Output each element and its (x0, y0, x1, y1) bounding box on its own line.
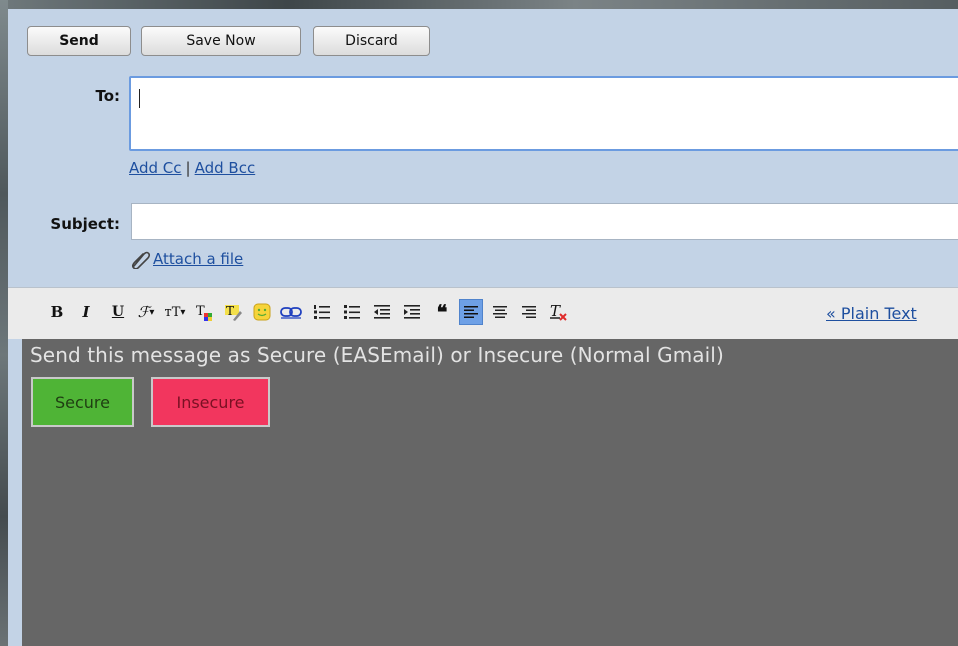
emoji-icon[interactable] (250, 299, 274, 325)
bulleted-list-icon[interactable] (340, 299, 364, 325)
link-icon[interactable] (279, 299, 303, 325)
link-separator: | (185, 159, 191, 177)
svg-text:T: T (550, 302, 561, 320)
numbered-list-icon[interactable] (310, 299, 334, 325)
font-icon[interactable]: ℱ ▾ (134, 299, 158, 325)
indent-more-icon[interactable] (400, 299, 424, 325)
subject-input[interactable] (131, 203, 958, 240)
highlight-icon[interactable]: T (221, 299, 245, 325)
background-edge (0, 0, 8, 646)
compose-button-bar: Send Save Now Discard (8, 9, 958, 69)
svg-text:T: T (226, 304, 234, 318)
subject-label: Subject: (50, 215, 120, 233)
indent-less-icon[interactable] (370, 299, 394, 325)
secure-button[interactable]: Secure (31, 377, 134, 427)
discard-button[interactable]: Discard (313, 26, 430, 56)
italic-icon[interactable]: I (74, 299, 98, 325)
align-right-icon[interactable] (517, 299, 541, 325)
compose-window: Send Save Now Discard To: Add Cc | Add Bcc… (8, 9, 958, 646)
background-strip (0, 0, 958, 9)
plain-text-link[interactable]: « Plain Text (826, 304, 917, 323)
save-now-button[interactable]: Save Now (141, 26, 301, 56)
quote-icon[interactable]: ❝ (430, 299, 454, 325)
underline-icon[interactable]: U (106, 299, 130, 325)
add-cc-link[interactable]: Add Cc (129, 159, 182, 177)
align-left-icon[interactable] (459, 299, 483, 325)
add-bcc-link[interactable]: Add Bcc (195, 159, 256, 177)
svg-text:T: T (196, 304, 205, 319)
to-label: To: (95, 87, 120, 105)
font-size-icon[interactable]: ᴛT ▾ (163, 299, 187, 325)
security-prompt: Send this message as Secure (EASEmail) o… (30, 343, 724, 367)
attach-file-link[interactable]: Attach a file (153, 250, 243, 268)
to-input[interactable] (129, 76, 958, 151)
align-center-icon[interactable] (488, 299, 512, 325)
message-editor[interactable]: Send this message as Secure (EASEmail) o… (22, 339, 958, 646)
paperclip-icon (131, 251, 151, 269)
send-button[interactable]: Send (27, 26, 131, 56)
remove-formatting-icon[interactable]: T (546, 299, 570, 325)
bold-icon[interactable]: B (45, 299, 69, 325)
text-color-icon[interactable]: T (193, 299, 217, 325)
cc-bcc-links: Add Cc | Add Bcc (129, 159, 255, 177)
insecure-button[interactable]: Insecure (151, 377, 270, 427)
text-caret (139, 89, 140, 108)
attach-file-row[interactable]: Attach a file (129, 249, 243, 269)
formatting-toolbar: B I U ℱ ▾ ᴛT ▾ T T ❝ T (8, 287, 958, 339)
